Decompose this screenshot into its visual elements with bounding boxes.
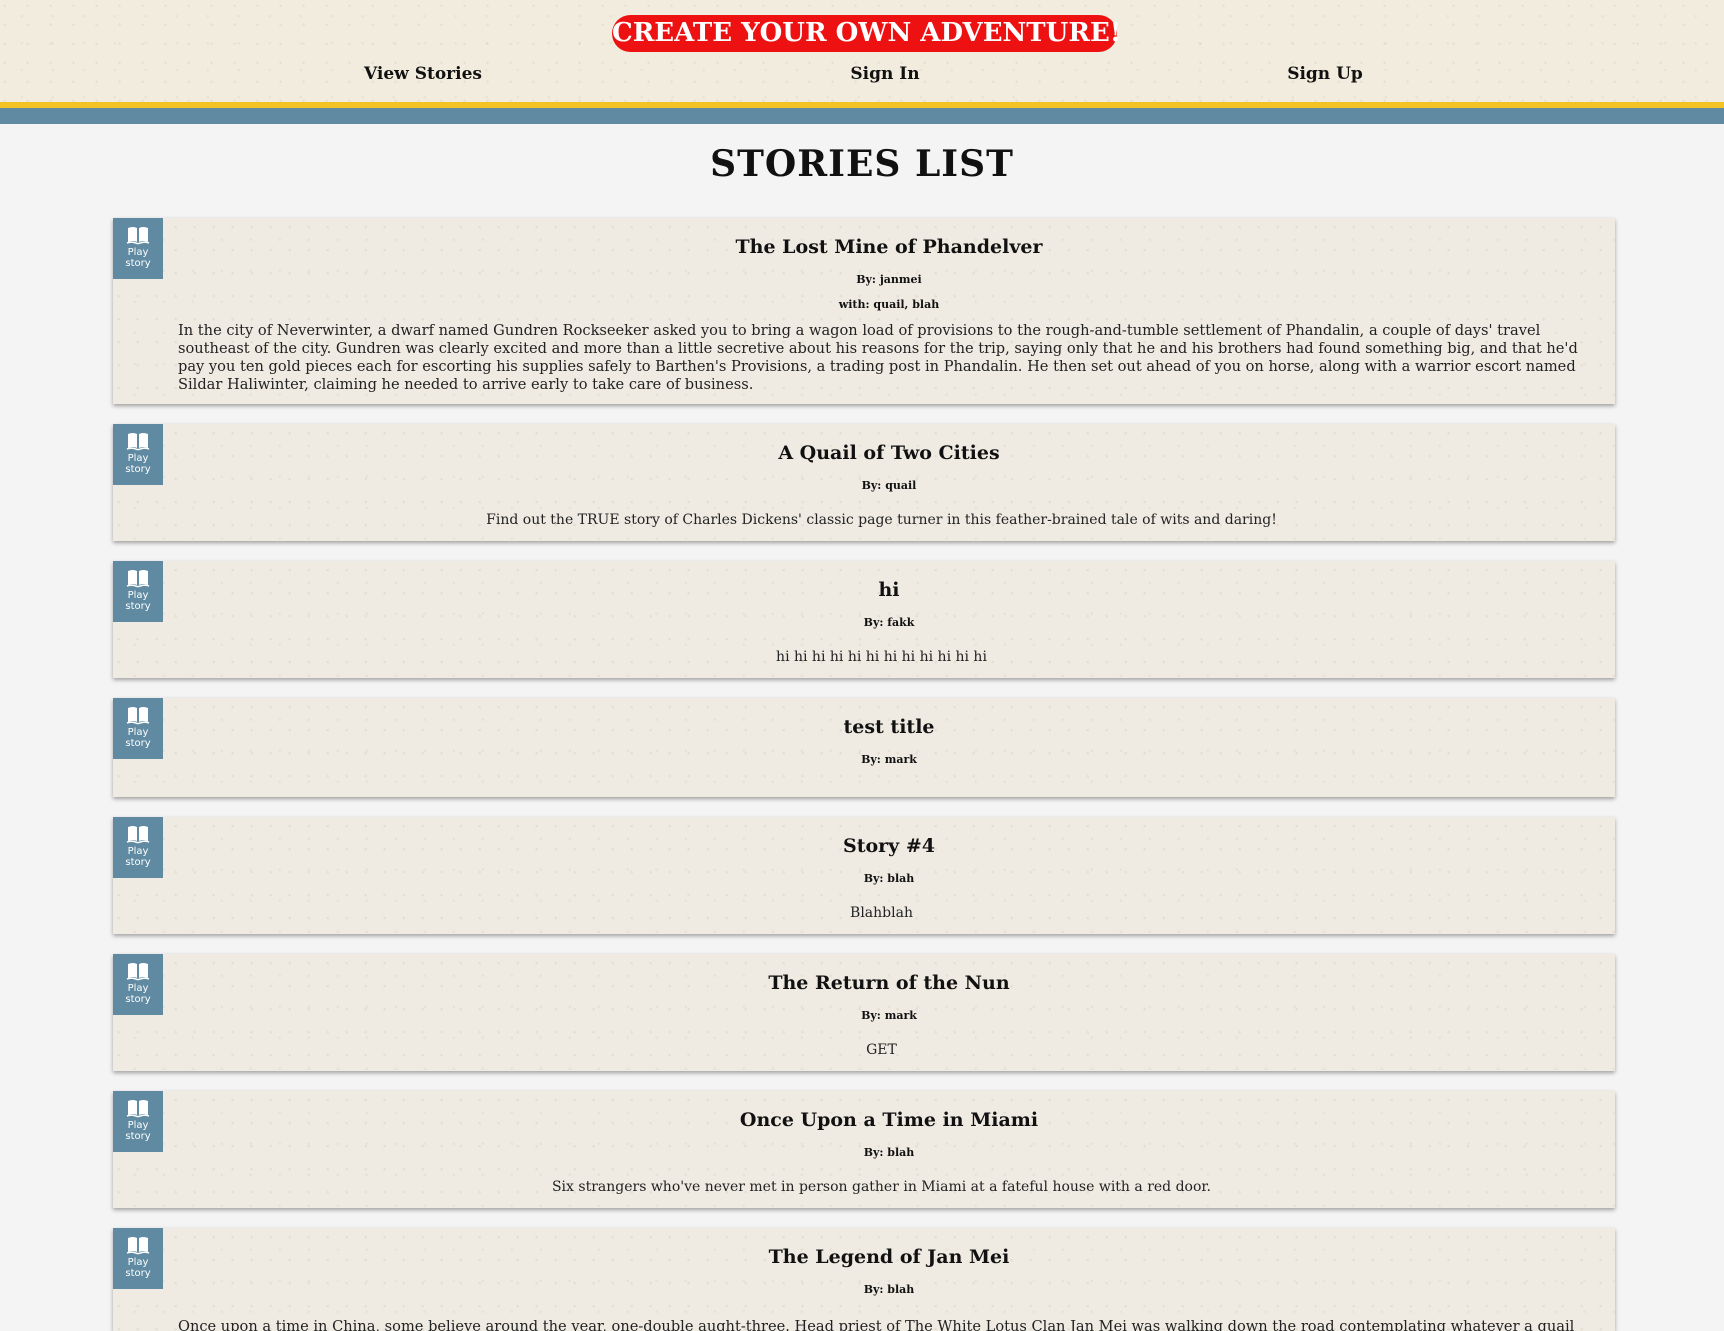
story-description: GET xyxy=(866,1042,897,1058)
story-author: By: blah xyxy=(863,1283,915,1296)
story-card: Play story Story #4 By: blah Blahblah xyxy=(113,817,1615,934)
page-title: STORIES LIST xyxy=(710,143,1014,185)
story-title[interactable]: The Legend of Jan Mei xyxy=(163,1246,1615,1268)
play-story-button[interactable]: Play story xyxy=(113,698,163,759)
play-story-label: Play story xyxy=(125,727,151,749)
header-stripe-blue xyxy=(0,108,1724,124)
nav-sign-up[interactable]: Sign Up xyxy=(1287,64,1363,84)
play-story-button[interactable]: Play story xyxy=(113,561,163,622)
story-description: Find out the TRUE story of Charles Dicke… xyxy=(486,512,1277,528)
story-title[interactable]: The Return of the Nun xyxy=(163,972,1615,994)
play-story-button[interactable]: Play story xyxy=(113,218,163,279)
story-card: Play story hi By: fakk hi hi hi hi hi hi… xyxy=(113,561,1615,678)
play-story-label: Play story xyxy=(125,983,151,1005)
story-author: By: blah xyxy=(863,1146,915,1159)
story-title[interactable]: test title xyxy=(163,716,1615,738)
story-author: By: fakk xyxy=(863,616,915,629)
story-description: In the city of Neverwinter, a dwarf name… xyxy=(178,322,1578,393)
story-title[interactable]: Once Upon a Time in Miami xyxy=(163,1109,1615,1131)
play-story-label: Play story xyxy=(125,846,151,868)
story-author: By: quail xyxy=(861,479,917,492)
open-book-icon xyxy=(126,1100,150,1118)
open-book-icon xyxy=(126,227,150,245)
play-story-button[interactable]: Play story xyxy=(113,1091,163,1152)
play-story-label: Play story xyxy=(125,1120,151,1142)
story-card: Play story The Lost Mine of Phandelver B… xyxy=(113,218,1615,404)
story-card: Play story The Return of the Nun By: mar… xyxy=(113,954,1615,1071)
story-description: Once upon a time in China, some believe … xyxy=(178,1318,1575,1331)
open-book-icon xyxy=(126,826,150,844)
story-card: Play story Once Upon a Time in Miami By:… xyxy=(113,1091,1615,1208)
story-card: Play story test title By: mark xyxy=(113,698,1615,797)
story-author: By: mark xyxy=(861,753,917,766)
open-book-icon xyxy=(126,433,150,451)
play-story-button[interactable]: Play story xyxy=(113,817,163,878)
open-book-icon xyxy=(126,707,150,725)
story-card: Play story The Legend of Jan Mei By: bla… xyxy=(113,1228,1615,1331)
story-description: hi hi hi hi hi hi hi hi hi hi hi hi xyxy=(776,649,987,665)
open-book-icon xyxy=(126,1237,150,1255)
play-story-button[interactable]: Play story xyxy=(113,954,163,1015)
play-story-button[interactable]: Play story xyxy=(113,424,163,485)
open-book-icon xyxy=(126,570,150,588)
story-title[interactable]: Story #4 xyxy=(163,835,1615,857)
story-description: Blahblah xyxy=(850,905,913,921)
story-author: By: mark xyxy=(861,1009,917,1022)
story-title[interactable]: hi xyxy=(163,579,1615,601)
story-collaborators: with: quail, blah xyxy=(838,298,940,311)
story-title[interactable]: The Lost Mine of Phandelver xyxy=(163,236,1615,258)
site-header: CREATE YOUR OWN ADVENTURE! View Stories … xyxy=(0,0,1724,102)
nav-view-stories[interactable]: View Stories xyxy=(364,64,482,84)
story-author: By: blah xyxy=(863,872,915,885)
story-card: Play story A Quail of Two Cities By: qua… xyxy=(113,424,1615,541)
site-logo[interactable]: CREATE YOUR OWN ADVENTURE! xyxy=(612,15,1121,52)
play-story-label: Play story xyxy=(125,1257,151,1279)
open-book-icon xyxy=(126,963,150,981)
play-story-label: Play story xyxy=(125,590,151,612)
story-title[interactable]: A Quail of Two Cities xyxy=(163,442,1615,464)
play-story-button[interactable]: Play story xyxy=(113,1228,163,1289)
story-author: By: janmei xyxy=(856,273,922,286)
play-story-label: Play story xyxy=(125,247,151,269)
play-story-label: Play story xyxy=(125,453,151,475)
story-description: Six strangers who've never met in person… xyxy=(551,1179,1212,1195)
nav-sign-in[interactable]: Sign In xyxy=(850,64,919,84)
